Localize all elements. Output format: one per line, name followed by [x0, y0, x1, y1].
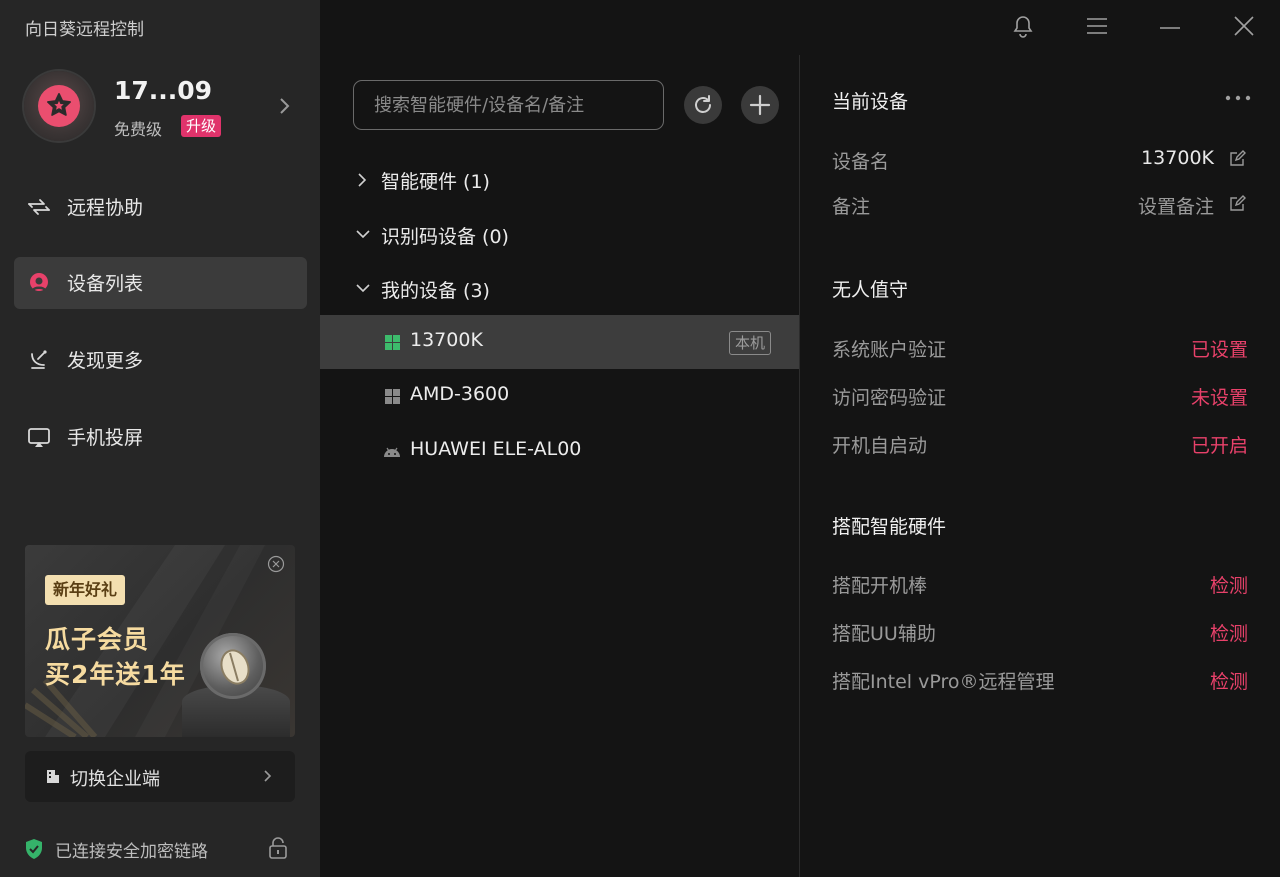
plus-icon — [749, 94, 771, 116]
device-row-amd-3600[interactable]: AMD-3600 — [320, 369, 800, 423]
group-label: 识别码设备 (0) — [381, 226, 509, 248]
smart-hardware-title: 搭配智能硬件 — [832, 516, 947, 538]
minimize-icon[interactable] — [1160, 26, 1180, 30]
boot-stick-detect-link[interactable]: 检测 — [1210, 571, 1248, 598]
close-icon[interactable] — [1234, 16, 1254, 36]
autostart-label: 开机自启动 — [832, 435, 928, 457]
shield-check-icon — [26, 839, 42, 859]
uu-assist-label: 搭配UU辅助 — [832, 623, 936, 645]
chevron-right-icon — [264, 770, 272, 782]
device-name-value: 13700K — [1141, 147, 1214, 169]
search-box[interactable] — [353, 80, 664, 130]
android-icon — [384, 447, 400, 457]
chevron-down-icon — [356, 230, 370, 239]
discover-icon — [31, 350, 47, 369]
menu-icon[interactable] — [1086, 17, 1108, 35]
remote-assist-icon — [28, 199, 50, 215]
refresh-icon — [695, 95, 711, 113]
vpro-label: 搭配Intel vPro®远程管理 — [832, 671, 1055, 693]
switch-enterprise-label: 切换企业端 — [70, 769, 160, 790]
group-label: 我的设备 (3) — [381, 280, 490, 302]
group-my-devices[interactable]: 我的设备 (3) — [355, 274, 555, 304]
security-status: 已连接安全加密链路 — [55, 842, 208, 862]
switch-enterprise-button[interactable]: 切换企业端 — [25, 751, 295, 802]
app-title: 向日葵远程控制 — [25, 20, 144, 40]
bell-icon[interactable] — [1012, 14, 1034, 38]
avatar[interactable] — [24, 71, 94, 141]
nav-label: 手机投屏 — [67, 427, 144, 449]
nav-label: 设备列表 — [67, 273, 144, 295]
chevron-right-icon[interactable] — [276, 96, 292, 116]
unattended-title: 无人值守 — [832, 279, 909, 301]
unlock-icon[interactable] — [268, 837, 288, 859]
device-name-label: 设备名 — [832, 151, 890, 173]
chevron-down-icon — [356, 284, 370, 293]
remark-label: 备注 — [832, 196, 871, 218]
search-input[interactable] — [374, 93, 654, 117]
device-name: 13700K — [410, 329, 483, 351]
group-id-devices[interactable]: 识别码设备 (0) — [355, 220, 555, 250]
star-icon — [47, 93, 71, 116]
this-pc-badge: 本机 — [729, 331, 772, 355]
user-name[interactable]: 17...09 — [114, 76, 212, 105]
nav-item-discover[interactable]: 发现更多 — [14, 334, 307, 386]
group-smart-hardware[interactable]: 智能硬件 (1) — [355, 165, 555, 195]
group-label: 智能硬件 (1) — [381, 171, 490, 193]
uu-assist-detect-link[interactable]: 检测 — [1210, 619, 1248, 646]
device-list-icon — [30, 273, 48, 291]
access-password-label: 访问密码验证 — [832, 387, 947, 409]
windows-icon — [385, 335, 400, 350]
nav-label: 发现更多 — [67, 350, 144, 372]
sidebar: 向日葵远程控制 17...09 免费级 升级 远程协助 设备列表 发现更多 手机… — [0, 0, 320, 877]
edit-icon[interactable] — [1229, 150, 1246, 167]
boot-stick-label: 搭配开机棒 — [832, 575, 928, 597]
promo-subline: 买2年送1年 — [45, 660, 186, 689]
device-row-huawei[interactable]: HUAWEI ELE-AL00 — [320, 424, 800, 478]
device-name: HUAWEI ELE-AL00 — [410, 438, 582, 460]
edit-icon[interactable] — [1229, 195, 1246, 212]
sys-account-value[interactable]: 已设置 — [1191, 335, 1248, 362]
device-row-13700k[interactable]: 13700K 本机 — [320, 315, 800, 369]
chevron-right-icon — [358, 173, 367, 187]
windows-icon — [385, 389, 400, 404]
nav-item-screen-cast[interactable]: 手机投屏 — [14, 411, 307, 463]
sys-account-label: 系统账户验证 — [832, 339, 947, 361]
more-icon[interactable] — [1224, 93, 1252, 103]
promo-tag: 新年好礼 — [45, 575, 126, 605]
access-password-value[interactable]: 未设置 — [1191, 383, 1248, 410]
refresh-button[interactable] — [684, 86, 722, 124]
building-icon — [47, 770, 59, 783]
column-divider — [799, 55, 800, 877]
nav-label: 远程协助 — [67, 197, 144, 219]
upgrade-badge[interactable]: 升级 — [181, 115, 222, 137]
promo-banner[interactable]: 新年好礼 瓜子会员 买2年送1年 — [25, 545, 295, 737]
nav-item-remote-assist[interactable]: 远程协助 — [14, 181, 307, 233]
sunflower-seed-coin-icon — [200, 633, 266, 699]
user-tier: 免费级 — [114, 120, 163, 139]
nav-item-device-list[interactable]: 设备列表 — [14, 257, 307, 309]
autostart-value[interactable]: 已开启 — [1191, 431, 1248, 458]
device-name: AMD-3600 — [410, 383, 510, 405]
screen-cast-icon — [28, 428, 50, 447]
current-device-title: 当前设备 — [832, 91, 909, 113]
remark-value[interactable]: 设置备注 — [1138, 192, 1214, 219]
close-icon[interactable] — [267, 555, 285, 573]
add-device-button[interactable] — [741, 86, 779, 124]
vpro-detect-link[interactable]: 检测 — [1210, 667, 1248, 694]
promo-headline: 瓜子会员 — [45, 625, 150, 654]
